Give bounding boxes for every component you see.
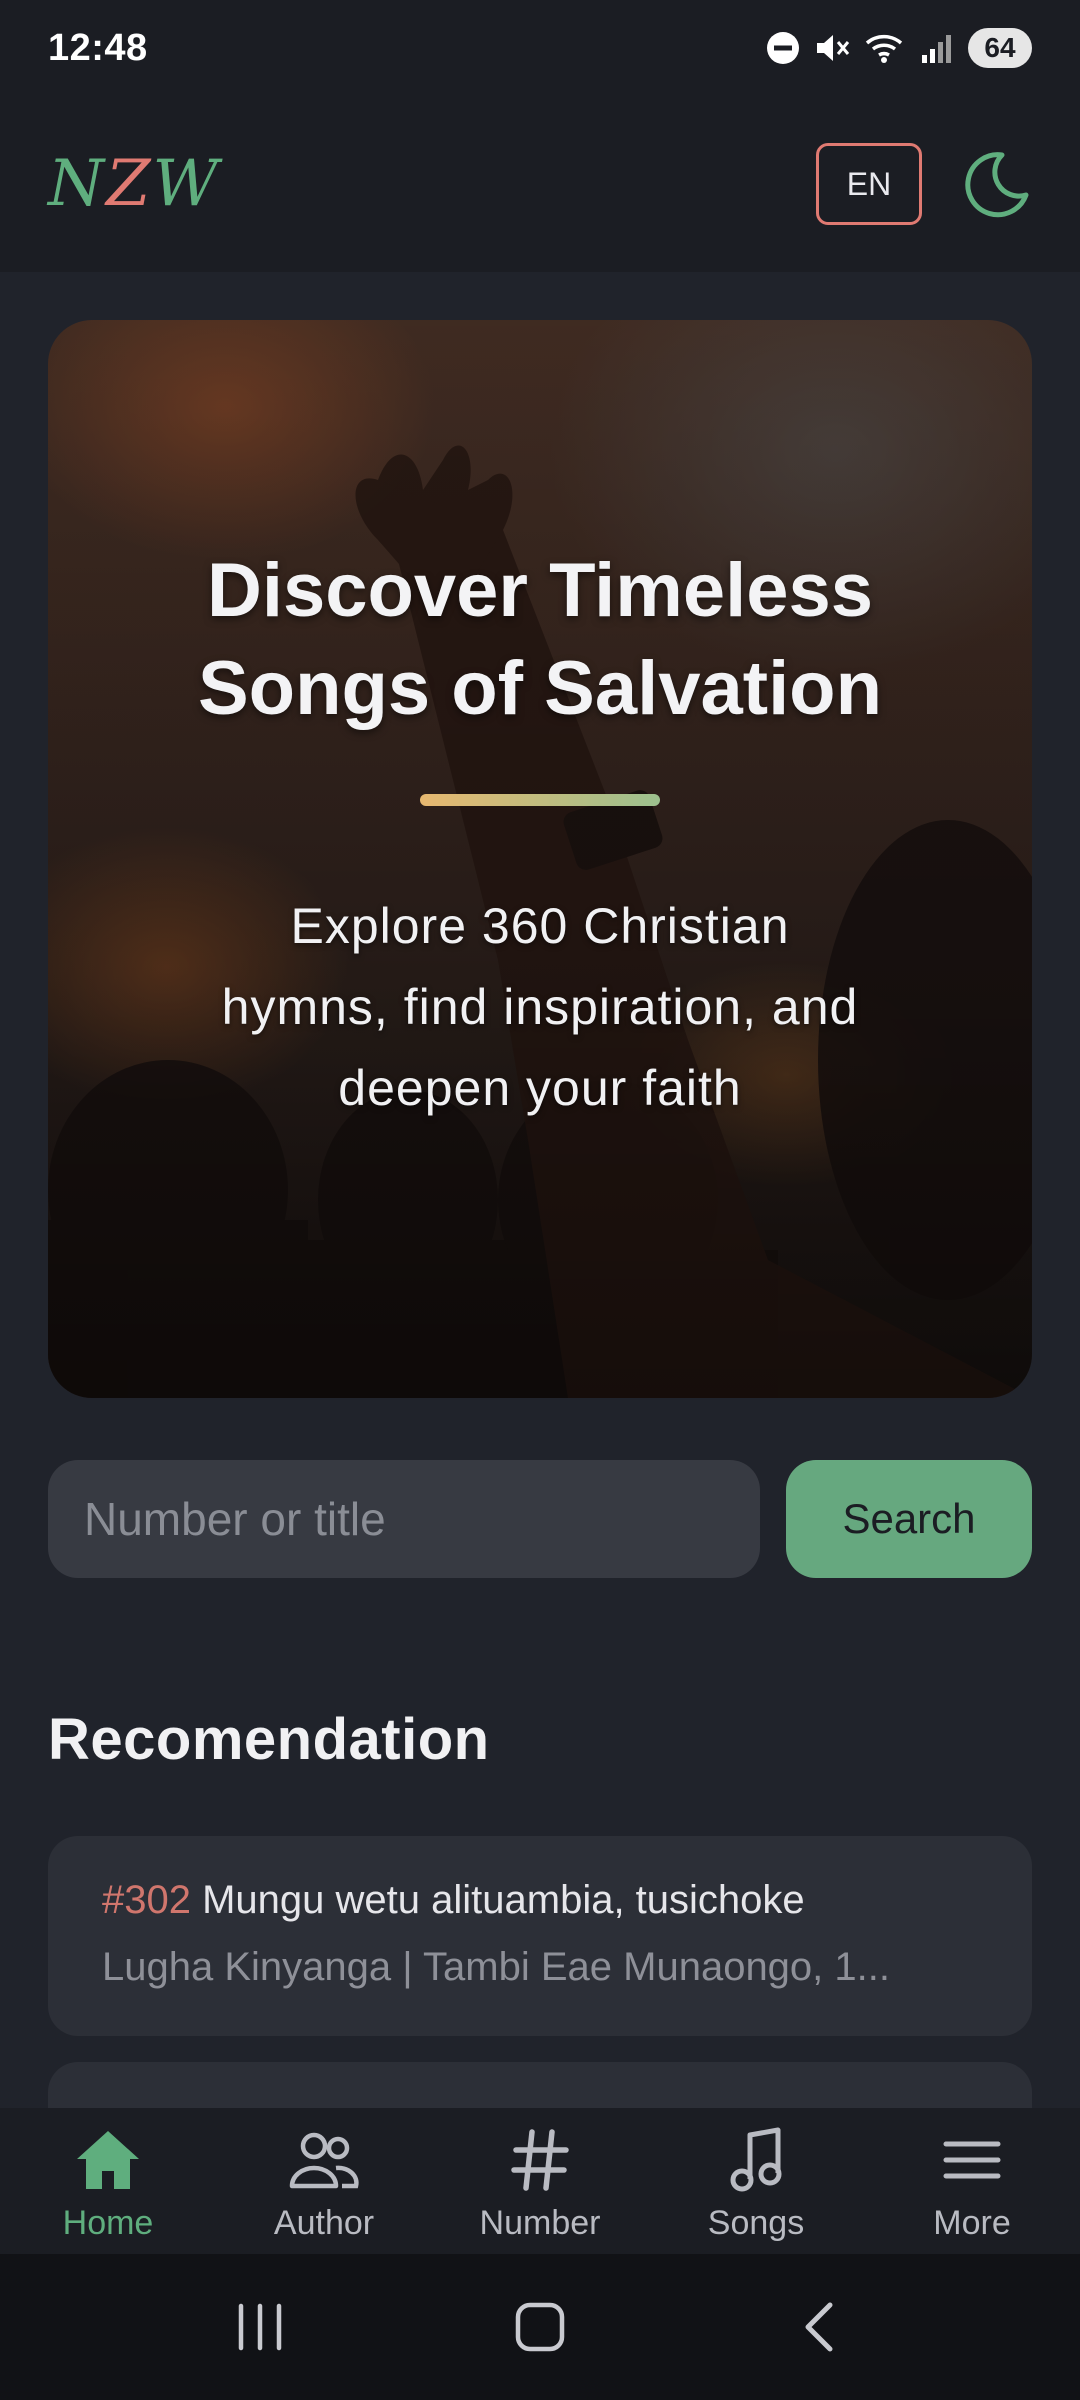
logo-letter-3: W: [152, 147, 221, 221]
author-icon: [288, 2122, 360, 2198]
status-icons: 64: [766, 28, 1032, 68]
header-actions: EN: [816, 143, 1032, 225]
hymn-meta: Lugha Kinyanga | Tambi Eae Munaongo, 1..…: [102, 1945, 890, 1989]
home-system-button[interactable]: [480, 2282, 600, 2372]
nav-label-more: More: [933, 2204, 1011, 2242]
wifi-icon: [864, 31, 906, 65]
hymn-title: Mungu wetu alituambia, tusichoke: [202, 1878, 805, 1922]
hero-subtitle: Explore 360 Christian hymns, find inspir…: [221, 898, 859, 1116]
nav-label-author: Author: [273, 2204, 375, 2242]
recommendation-heading: #302 Mungu wetu alituambia, tusichoke: [102, 1878, 978, 1923]
logo-letter-2: Z: [106, 147, 153, 221]
signal-icon: [920, 31, 954, 65]
nav-item-songs[interactable]: Songs: [656, 2122, 856, 2243]
logo-letter-1: N: [48, 147, 106, 221]
bottom-navigation: Home Author Number Songs More: [0, 2108, 1080, 2254]
do-not-disturb-icon: [766, 31, 800, 65]
system-navigation-bar: [0, 2254, 1080, 2400]
theme-toggle-button[interactable]: [962, 149, 1032, 219]
mute-icon: [814, 31, 850, 65]
recent-apps-icon: [238, 2303, 282, 2351]
menu-icon: [942, 2122, 1002, 2198]
hero-content: Discover Timeless Songs of Salvation Exp…: [48, 320, 1032, 1398]
hero-banner: Discover Timeless Songs of Salvation Exp…: [48, 320, 1032, 1398]
nav-item-home[interactable]: Home: [8, 2122, 208, 2243]
search-input[interactable]: [48, 1460, 760, 1578]
music-note-icon: [728, 2122, 784, 2198]
search-row: Search: [48, 1460, 1032, 1578]
nav-label-number: Number: [479, 2204, 601, 2242]
moon-icon: [965, 152, 1029, 218]
status-bar: 12:48 64: [0, 0, 1080, 96]
language-button[interactable]: EN: [816, 143, 922, 225]
home-icon: [73, 2122, 143, 2198]
nav-item-number[interactable]: Number: [440, 2122, 640, 2243]
nav-label-home: Home: [62, 2204, 154, 2242]
back-chevron-icon: [805, 2302, 833, 2352]
hymn-number: #302: [102, 1878, 191, 1922]
status-time: 12:48: [48, 26, 148, 69]
nav-label-songs: Songs: [707, 2204, 805, 2242]
back-button[interactable]: [760, 2282, 880, 2372]
app-header: NZW EN: [0, 96, 1080, 272]
nav-item-author[interactable]: Author: [224, 2122, 424, 2243]
app-logo[interactable]: NZW: [48, 147, 220, 221]
hash-icon: [510, 2122, 570, 2198]
nav-item-more[interactable]: More: [872, 2122, 1072, 2243]
recommendation-title: Recomendation: [48, 1707, 490, 1772]
hero-divider: [420, 794, 660, 806]
recommendation-card[interactable]: #302 Mungu wetu alituambia, tusichoke Lu…: [48, 1836, 1032, 2036]
hero-title: Discover Timeless Songs of Salvation: [197, 548, 883, 731]
recent-apps-button[interactable]: [200, 2282, 320, 2372]
battery-indicator: 64: [968, 28, 1032, 68]
home-square-icon: [515, 2302, 565, 2352]
search-button[interactable]: Search: [786, 1460, 1032, 1578]
